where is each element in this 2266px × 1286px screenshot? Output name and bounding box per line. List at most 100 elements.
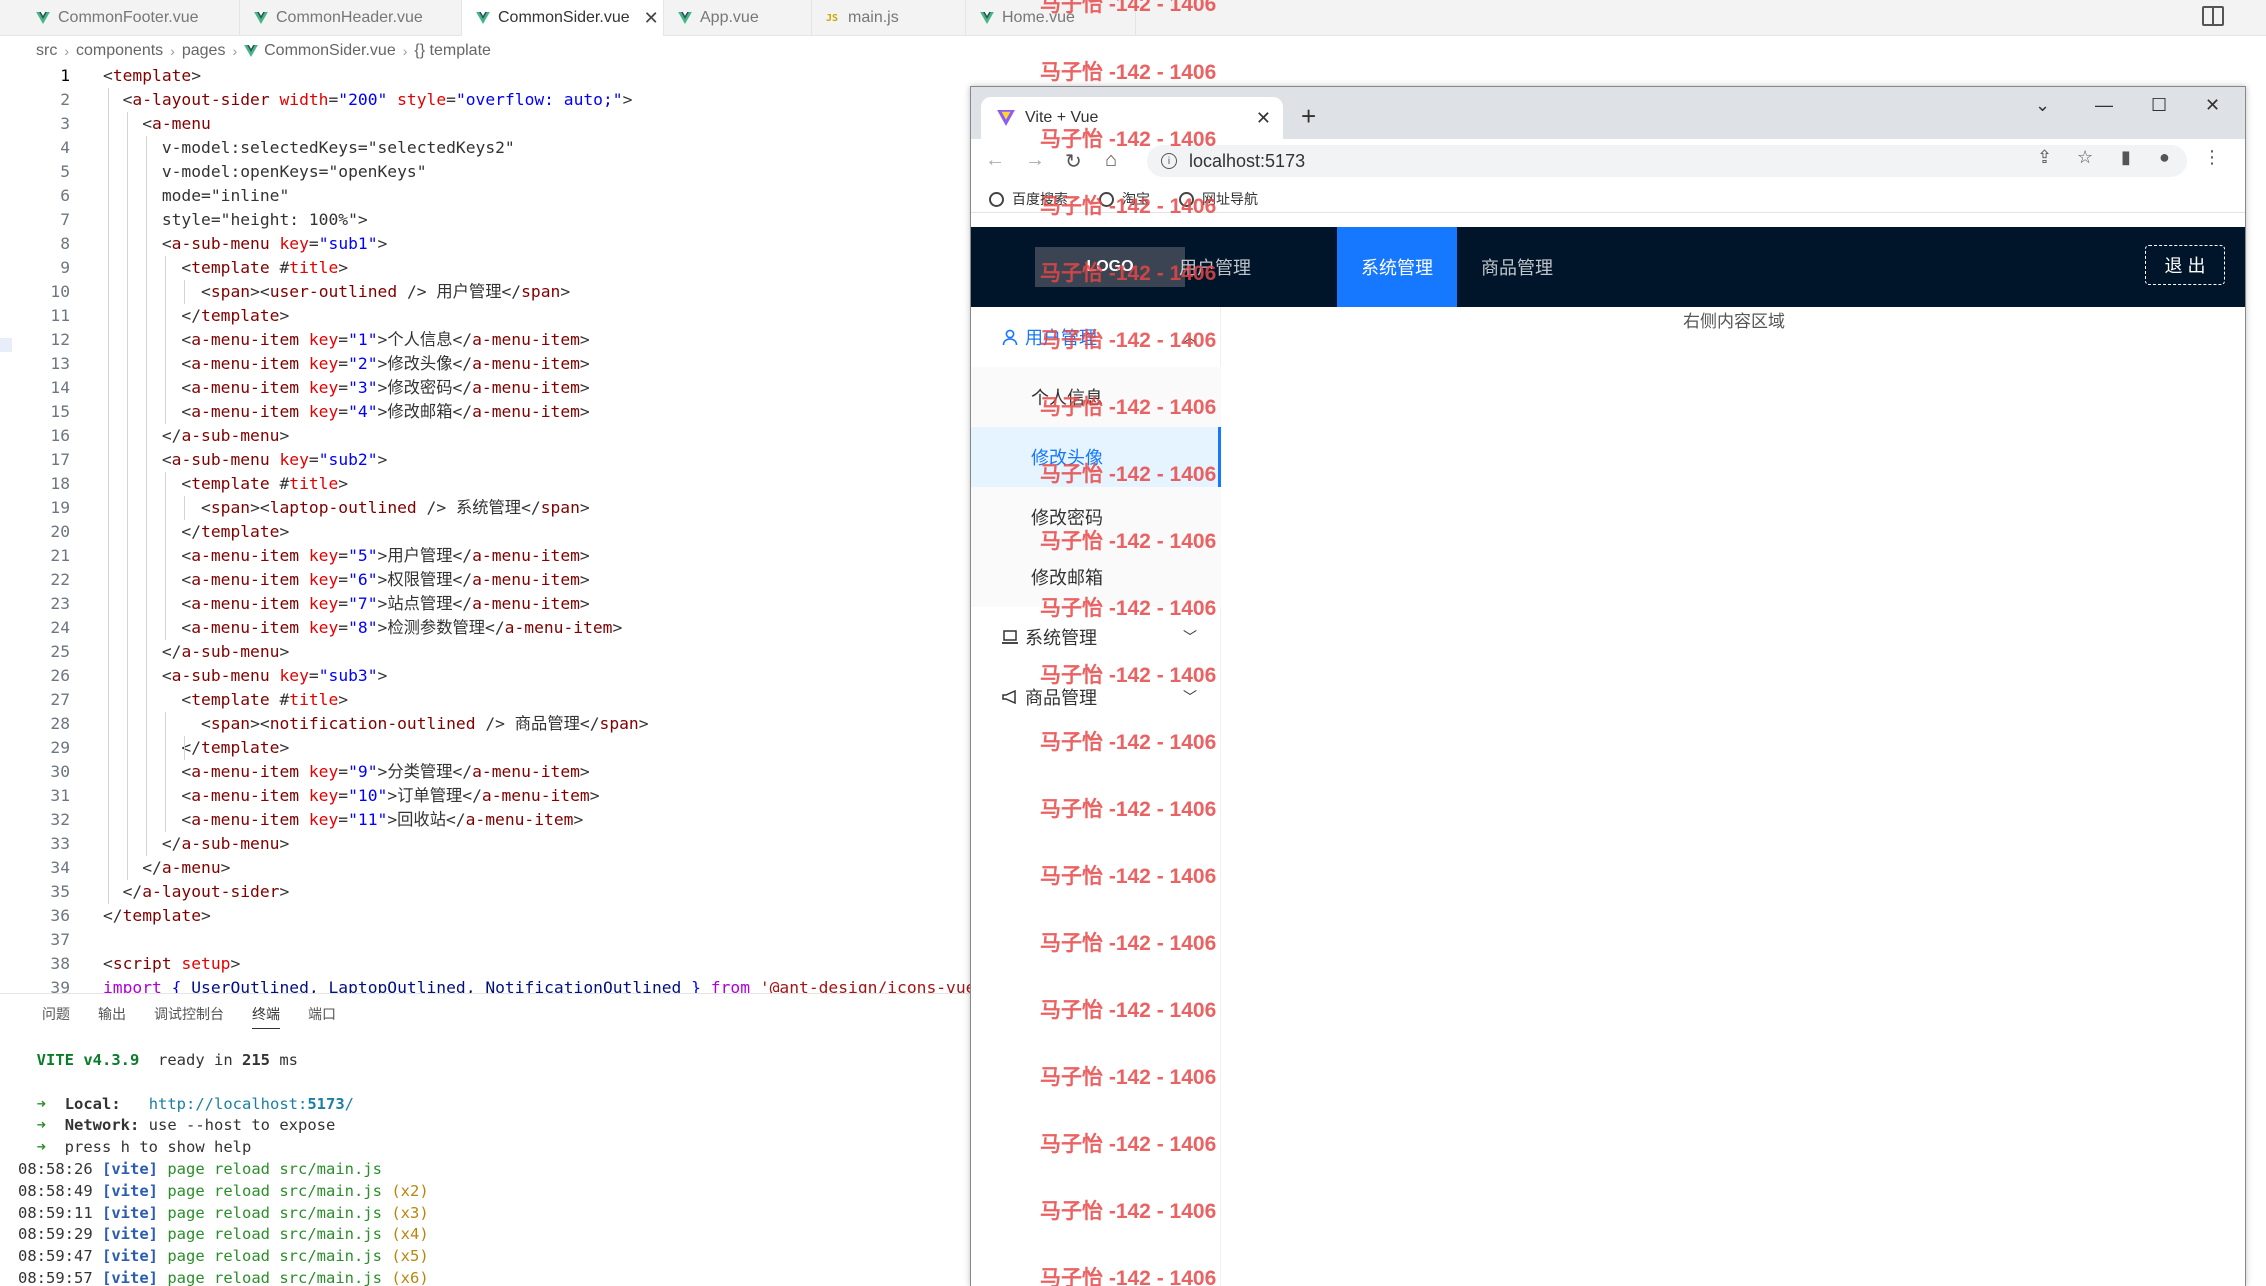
browser-window: Vite + Vue ✕ + ⌄ — ☐ ✕ ← → ↻ ⌂ i localho…: [970, 86, 2246, 1286]
close-tab-icon[interactable]: ✕: [1256, 108, 1271, 129]
split-editor-icon[interactable]: [2202, 6, 2224, 26]
menu-item[interactable]: 修改头像: [971, 427, 1221, 487]
code-line[interactable]: 34 </a-menu>: [0, 856, 970, 880]
menu-item[interactable]: 修改密码: [971, 487, 1221, 547]
minimize-icon[interactable]: —: [2095, 95, 2113, 116]
code-line[interactable]: 3 <a-menu: [0, 112, 970, 136]
code-text: <a-menu: [142, 114, 211, 133]
line-number: 1: [60, 66, 70, 85]
code-text: <a-menu-item key="4">修改邮箱</a-menu-item>: [181, 402, 590, 421]
code-text: <template #title>: [181, 690, 349, 709]
panel-tab[interactable]: 端口: [308, 1004, 336, 1029]
close-window-icon[interactable]: ✕: [2205, 95, 2220, 116]
indent-guide: [184, 280, 185, 304]
indent-guide: [146, 136, 147, 856]
line-number: 8: [60, 234, 70, 253]
chevron-down-icon: ﹀: [1183, 629, 1197, 645]
bookmarks-bar: 百度搜索 淘宝 网址导航: [971, 183, 2245, 213]
terminal-output[interactable]: VITE v4.3.9 ready in 215 ms ➜ Local: htt…: [18, 1050, 429, 1286]
menu-icon[interactable]: ⋮: [2203, 147, 2221, 168]
editor-tab[interactable]: App.vue: [664, 0, 812, 36]
code-line[interactable]: 38 <script setup>: [0, 952, 970, 976]
menu-item[interactable]: 个人信息: [971, 367, 1221, 427]
laptop-icon: [1002, 630, 1018, 644]
line-number: 6: [60, 186, 70, 205]
breadcrumb-item[interactable]: src: [36, 42, 57, 60]
indent-guide: [184, 736, 185, 760]
browser-toolbar: ← → ↻ ⌂ i localhost:5173 ⇪ ☆ ▮ ● ⋮: [971, 139, 2245, 183]
tab-search-icon[interactable]: ⌄: [2035, 95, 2050, 116]
new-tab-button[interactable]: +: [1301, 101, 1316, 132]
address-text: localhost:5173: [1189, 150, 1306, 171]
chevron-right-icon: ›: [232, 43, 238, 59]
bookmark-item[interactable]: 网址导航: [1179, 189, 1258, 209]
vue-icon: [678, 12, 692, 24]
line-number: 2: [60, 90, 70, 109]
breadcrumb-item[interactable]: CommonSider.vue: [264, 42, 396, 60]
line-number: 36: [50, 906, 70, 925]
bookmark-label: 百度搜索: [1012, 191, 1068, 207]
bookmark-item[interactable]: 百度搜索: [989, 189, 1068, 209]
editor-tab[interactable]: JS main.js: [812, 0, 966, 36]
code-text: <template>: [103, 66, 202, 85]
code-line[interactable]: 36 </template>: [0, 904, 970, 928]
submenu-title: 商品管理: [1025, 688, 1097, 708]
breadcrumb-item[interactable]: pages: [182, 42, 226, 60]
panel-tab[interactable]: 终端: [252, 1004, 280, 1029]
line-number: 4: [60, 138, 70, 157]
editor-tab[interactable]: CommonSider.vue ✕: [462, 0, 664, 36]
browser-tab[interactable]: Vite + Vue ✕: [981, 97, 1283, 139]
code-text: <template #title>: [181, 474, 349, 493]
bookmark-star-icon[interactable]: ☆: [2077, 147, 2093, 168]
code-text: </a-sub-menu>: [161, 834, 290, 853]
back-icon[interactable]: ←: [985, 149, 1005, 172]
submenu-system-management[interactable]: 系统管理 ﹀: [971, 607, 1221, 667]
share-icon[interactable]: ⇪: [2037, 147, 2052, 168]
side-panel-icon[interactable]: ▮: [2121, 147, 2131, 168]
bookmark-item[interactable]: 淘宝: [1099, 189, 1150, 209]
home-icon[interactable]: ⌂: [1105, 149, 1117, 172]
code-line[interactable]: 35 </a-layout-sider>: [0, 880, 970, 904]
code-text: style="height: 100%">: [161, 210, 368, 229]
profile-icon[interactable]: ●: [2159, 147, 2170, 168]
submenu-product-management[interactable]: 商品管理 ﹀: [971, 667, 1221, 727]
line-number: 32: [50, 810, 70, 829]
breadcrumb-item[interactable]: {} template: [414, 42, 491, 60]
line-number: 15: [50, 402, 70, 421]
logout-button[interactable]: 退 出: [2145, 245, 2225, 285]
editor-tab[interactable]: CommonFooter.vue: [22, 0, 240, 36]
editor-tab[interactable]: CommonHeader.vue: [240, 0, 462, 36]
vite-icon: [997, 110, 1015, 126]
line-number: 14: [50, 378, 70, 397]
code-text: <a-menu-item key="8">检测参数管理</a-menu-item…: [181, 618, 623, 637]
maximize-icon[interactable]: ☐: [2151, 95, 2167, 116]
code-text: </a-menu>: [142, 858, 231, 877]
panel-tab[interactable]: 调试控制台: [154, 1004, 224, 1029]
bookmark-label: 淘宝: [1122, 191, 1150, 207]
code-line[interactable]: 2 <a-layout-sider width="200" style="ove…: [0, 88, 970, 112]
indent-guide: [165, 472, 166, 640]
code-line[interactable]: 37: [0, 928, 970, 952]
breadcrumb: src › components › pages › CommonSider.vue › {} …: [36, 40, 491, 62]
code-line[interactable]: 1 <template>: [0, 64, 970, 88]
forward-icon[interactable]: →: [1025, 149, 1045, 172]
header-nav-item[interactable]: 系统管理: [1337, 227, 1457, 307]
address-bar[interactable]: i localhost:5173: [1147, 145, 2187, 177]
content-text: 右侧内容区域: [1683, 312, 1785, 331]
line-number: 3: [60, 114, 70, 133]
breadcrumb-item[interactable]: components: [76, 42, 163, 60]
gutter-marker: [0, 338, 12, 352]
watermark-text: 马子怡 -142 - 1406: [1040, 61, 1217, 84]
panel-tab[interactable]: 问题: [42, 1004, 70, 1029]
header-nav-item[interactable]: 商品管理: [1457, 227, 1577, 307]
indent-guide: [127, 112, 128, 880]
site-info-icon[interactable]: i: [1161, 153, 1177, 169]
editor-tab[interactable]: Home.vue: [966, 0, 1136, 36]
menu-item[interactable]: 修改邮箱: [971, 547, 1221, 607]
close-icon[interactable]: ✕: [644, 8, 659, 29]
vue-icon: [476, 12, 490, 24]
header-nav-item[interactable]: 用户管理: [1155, 227, 1275, 307]
panel-tab[interactable]: 输出: [98, 1004, 126, 1029]
globe-icon: [1099, 191, 1114, 207]
reload-icon[interactable]: ↻: [1065, 149, 1082, 174]
